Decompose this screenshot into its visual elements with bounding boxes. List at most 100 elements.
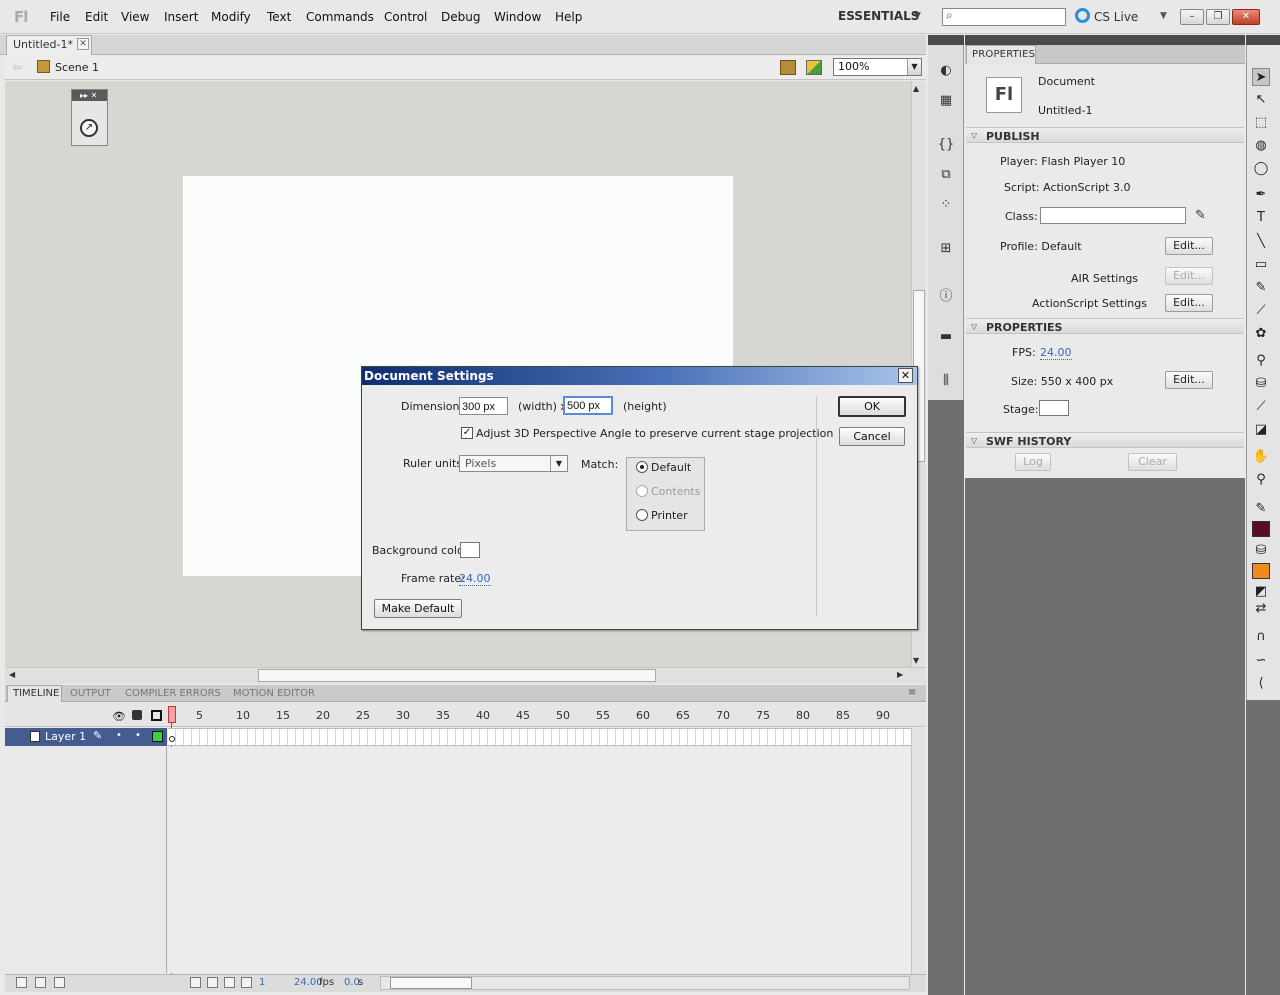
bone-tool-icon[interactable]: ⚲ — [1252, 352, 1270, 370]
menu-control[interactable]: Control — [384, 10, 427, 24]
frame-cells[interactable] — [168, 728, 911, 746]
chevron-down-icon[interactable]: ▼ — [914, 11, 921, 21]
frame-number[interactable]: 10 — [236, 709, 250, 722]
tools-header[interactable] — [1246, 35, 1280, 45]
eye-icon[interactable]: 👁 — [112, 710, 126, 723]
collapse-icon[interactable]: ▽ — [971, 436, 977, 445]
new-folder-icon[interactable] — [35, 977, 46, 988]
info-icon[interactable]: ⓘ — [937, 285, 955, 304]
deco-tool-icon[interactable]: ✿ — [1252, 325, 1270, 343]
menu-text[interactable]: Text — [267, 10, 291, 24]
line-tool-icon[interactable]: ╲ — [1252, 233, 1270, 251]
scroll-up-icon[interactable]: ▲ — [913, 84, 919, 93]
outline-icon[interactable] — [151, 710, 162, 721]
straighten-icon[interactable]: ⟨ — [1252, 675, 1270, 693]
swatches-icon[interactable]: ▦ — [937, 93, 955, 109]
fill-color-swatch[interactable] — [1252, 563, 1270, 579]
menu-edit[interactable]: Edit — [85, 10, 108, 24]
match-printer-label[interactable]: Printer — [651, 509, 688, 522]
library-icon[interactable]: ⫼ — [937, 373, 955, 389]
back-arrow-icon[interactable]: ⇦ — [12, 60, 22, 74]
menu-window[interactable]: Window — [494, 10, 541, 24]
profile-edit-button[interactable]: Edit... — [1165, 237, 1213, 255]
stage-color-swatch[interactable] — [1039, 400, 1069, 416]
close-window-button[interactable]: ✕ — [1232, 9, 1260, 25]
chevron-down-icon[interactable]: ▼ — [907, 59, 921, 75]
frame-number[interactable]: 15 — [276, 709, 290, 722]
chevron-down-icon[interactable]: ▼ — [1160, 11, 1167, 21]
class-input[interactable] — [1040, 207, 1186, 224]
close-icon[interactable]: ✕ — [77, 38, 89, 50]
frame-number[interactable]: 20 — [316, 709, 330, 722]
minimize-button[interactable]: – — [1180, 9, 1204, 25]
zoom-tool-icon[interactable]: ⚲ — [1252, 471, 1270, 489]
tab-properties[interactable]: PROPERTIES — [966, 45, 1036, 64]
adjust-3d-checkbox[interactable]: ✓ — [461, 427, 473, 439]
frame-number[interactable]: 80 — [796, 709, 810, 722]
frame-number[interactable]: 25 — [356, 709, 370, 722]
lock-dot-icon[interactable]: • — [135, 730, 141, 741]
brush-tool-icon[interactable]: ⟋ — [1252, 302, 1270, 320]
layer-outline-color[interactable] — [152, 731, 163, 742]
frame-number[interactable]: 40 — [476, 709, 490, 722]
motion-presets-icon[interactable]: ↗ — [80, 119, 98, 137]
onion-outlines-icon[interactable] — [224, 977, 235, 988]
make-default-button[interactable]: Make Default — [374, 599, 462, 618]
transform-icon[interactable]: ⊞ — [937, 241, 955, 257]
subselection-tool-icon[interactable]: ↖ — [1252, 91, 1270, 109]
color-icon[interactable]: ◐ — [937, 63, 955, 79]
collapse-icon[interactable]: ▽ — [971, 131, 977, 140]
lock-icon[interactable] — [132, 710, 142, 720]
layer-name[interactable]: Layer 1 — [45, 730, 86, 743]
scene-breadcrumb[interactable]: Scene 1 — [55, 61, 99, 74]
pen-tool-icon[interactable]: ✒ — [1252, 186, 1270, 204]
swf-history-section-header[interactable]: SWF HISTORY — [966, 432, 1244, 448]
frames-area[interactable] — [168, 747, 911, 973]
lasso-tool-icon[interactable]: ◯ — [1252, 160, 1270, 178]
properties-section-header[interactable]: PROPERTIES — [966, 318, 1244, 334]
timeline-vertical-scrollbar[interactable] — [911, 728, 926, 975]
menu-help[interactable]: Help — [555, 10, 582, 24]
playhead[interactable] — [168, 706, 176, 723]
menu-view[interactable]: View — [121, 10, 149, 24]
keyframe-icon[interactable] — [169, 736, 175, 742]
frame-number[interactable]: 85 — [836, 709, 850, 722]
motion-presets-icon[interactable]: ⁘ — [937, 197, 955, 213]
height-input[interactable] — [563, 396, 613, 415]
frame-number[interactable]: 90 — [876, 709, 890, 722]
frame-number[interactable]: 65 — [676, 709, 690, 722]
frame-number[interactable]: 35 — [436, 709, 450, 722]
frame-number[interactable]: 45 — [516, 709, 530, 722]
free-transform-tool-icon[interactable]: ⬚ — [1252, 114, 1270, 132]
text-tool-icon[interactable]: T — [1252, 209, 1270, 227]
workspace-switcher[interactable]: ESSENTIALS — [838, 9, 919, 23]
ok-button[interactable]: OK — [838, 396, 906, 417]
publish-section-header[interactable]: PUBLISH — [966, 127, 1244, 143]
selection-tool-icon[interactable]: ➤ — [1252, 68, 1270, 86]
pencil-icon[interactable]: ✎ — [1195, 208, 1206, 223]
panel-menu-icon[interactable]: ≡ — [908, 687, 916, 698]
menu-file[interactable]: File — [50, 10, 70, 24]
background-color-swatch[interactable] — [460, 542, 480, 558]
paint-bucket-tool-icon[interactable]: ⛁ — [1252, 375, 1270, 393]
scroll-down-icon[interactable]: ▼ — [913, 656, 919, 665]
stroke-color-swatch[interactable] — [1252, 521, 1270, 537]
frame-number[interactable]: 70 — [716, 709, 730, 722]
components-icon[interactable]: ⧉ — [937, 167, 955, 183]
frame-rate-value[interactable]: 24.00 — [459, 572, 491, 586]
smooth-icon[interactable]: ∽ — [1252, 652, 1270, 670]
onion-skin-icon[interactable] — [207, 977, 218, 988]
frame-number[interactable]: 30 — [396, 709, 410, 722]
timeline-scroll-thumb[interactable] — [390, 977, 472, 989]
edit-scene-icon[interactable] — [780, 60, 796, 75]
match-printer-radio[interactable] — [636, 509, 648, 521]
layers-area[interactable] — [5, 747, 167, 973]
tab-timeline[interactable]: TIMELINE — [7, 685, 62, 702]
cs-live-button[interactable]: CS Live — [1094, 10, 1138, 24]
eraser-tool-icon[interactable]: ◪ — [1252, 421, 1270, 439]
menu-debug[interactable]: Debug — [441, 10, 480, 24]
dock-header[interactable] — [928, 35, 964, 45]
align-icon[interactable]: ▬ — [937, 329, 955, 345]
scroll-right-icon[interactable]: ▶ — [897, 670, 903, 679]
tab-motion-editor[interactable]: MOTION EDITOR — [233, 688, 315, 699]
